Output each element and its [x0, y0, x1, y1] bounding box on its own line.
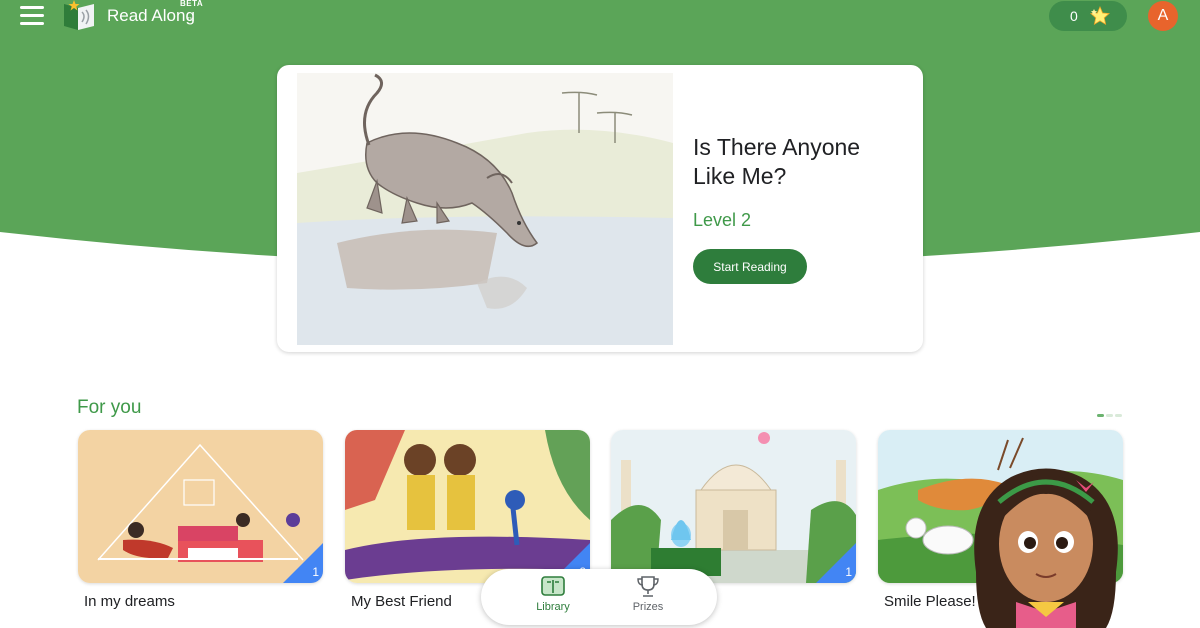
- carousel-page-indicator: [1097, 414, 1122, 417]
- featured-book-illustration: [297, 73, 673, 345]
- book-title: In my dreams: [84, 593, 175, 610]
- app-title: Read Along: [107, 6, 195, 25]
- book-level-number: 1: [312, 565, 319, 579]
- page-dot: [1106, 414, 1113, 417]
- read-along-logo: [64, 0, 94, 30]
- book-cover: 1: [78, 430, 323, 583]
- library-icon: [541, 576, 565, 596]
- user-avatar[interactable]: A: [1148, 1, 1178, 31]
- star-count: 0: [1070, 8, 1078, 24]
- trophy-icon: [637, 576, 659, 597]
- featured-book-title: Is There Anyone Like Me?: [693, 134, 861, 189]
- featured-book-level: Level 2: [693, 210, 752, 230]
- nav-prizes[interactable]: Prizes: [613, 575, 683, 613]
- diya-character[interactable]: [966, 462, 1126, 628]
- nav-prizes-label: Prizes: [632, 601, 664, 613]
- nav-library-label: Library: [536, 601, 570, 613]
- for-you-heading: For you: [77, 397, 142, 418]
- book-cover: 1: [611, 430, 856, 583]
- trademark: TM: [187, 17, 195, 23]
- star-counter[interactable]: 0: [1049, 1, 1127, 31]
- page-dot: [1115, 414, 1122, 417]
- start-reading-button[interactable]: Start Reading: [693, 249, 807, 284]
- page-dot: [1097, 414, 1104, 417]
- nav-library[interactable]: Library: [518, 575, 588, 613]
- bottom-navigation: Library Prizes: [481, 569, 717, 625]
- book-cover: 2: [345, 430, 590, 583]
- menu-icon[interactable]: [20, 6, 44, 26]
- book-level-number: 1: [845, 565, 852, 579]
- book-card-in-my-dreams[interactable]: 1 In my dreams: [78, 430, 323, 610]
- beta-tag: BETA: [180, 0, 204, 8]
- star-icon: [1089, 6, 1110, 26]
- featured-book-card[interactable]: Is There Anyone Like Me? Level 2 Start R…: [277, 65, 923, 352]
